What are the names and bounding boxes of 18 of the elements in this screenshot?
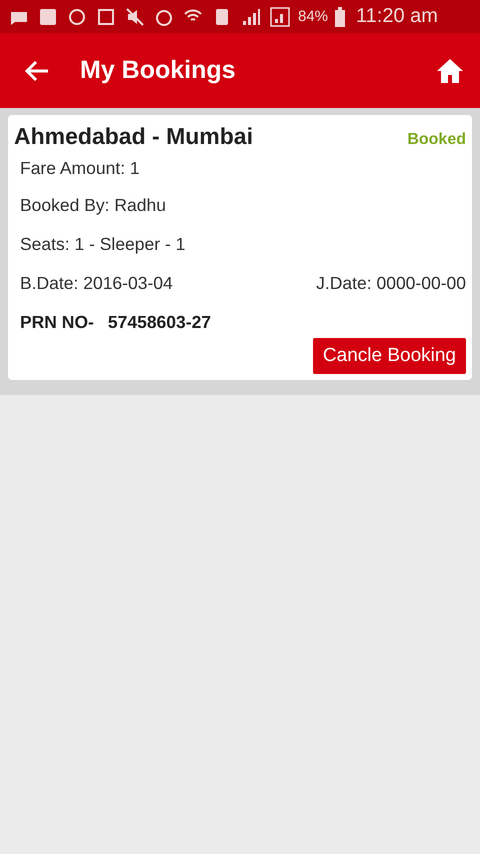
prn-label: PRN NO-: [20, 312, 94, 333]
battery-icon: [335, 6, 346, 26]
journey-date: J.Date: 0000-00-00: [316, 273, 466, 294]
booked-by: Booked By: Radhu: [20, 195, 166, 216]
signal-icon: [269, 6, 291, 28]
home-icon[interactable]: [436, 58, 464, 84]
cancel-booking-button[interactable]: Cancle Booking: [312, 338, 466, 374]
clock-time: 11:20 am: [356, 5, 438, 28]
booking-status: Booked: [407, 131, 466, 149]
screen-title: My Bookings: [80, 56, 237, 85]
booking-date: B.Date: 2016-03-04: [20, 273, 173, 294]
prn-number: 57458603-27: [108, 312, 212, 333]
seats-info: Seats: 1 - Sleeper - 1: [20, 234, 186, 255]
back-arrow-icon[interactable]: [24, 60, 50, 82]
fare-amount: Fare Amount: 1: [20, 158, 140, 178]
battery-percentage: 84%: [298, 8, 328, 25]
route-title: Ahmedabad - Mumbai: [14, 123, 253, 150]
mute-icon: [124, 6, 146, 28]
